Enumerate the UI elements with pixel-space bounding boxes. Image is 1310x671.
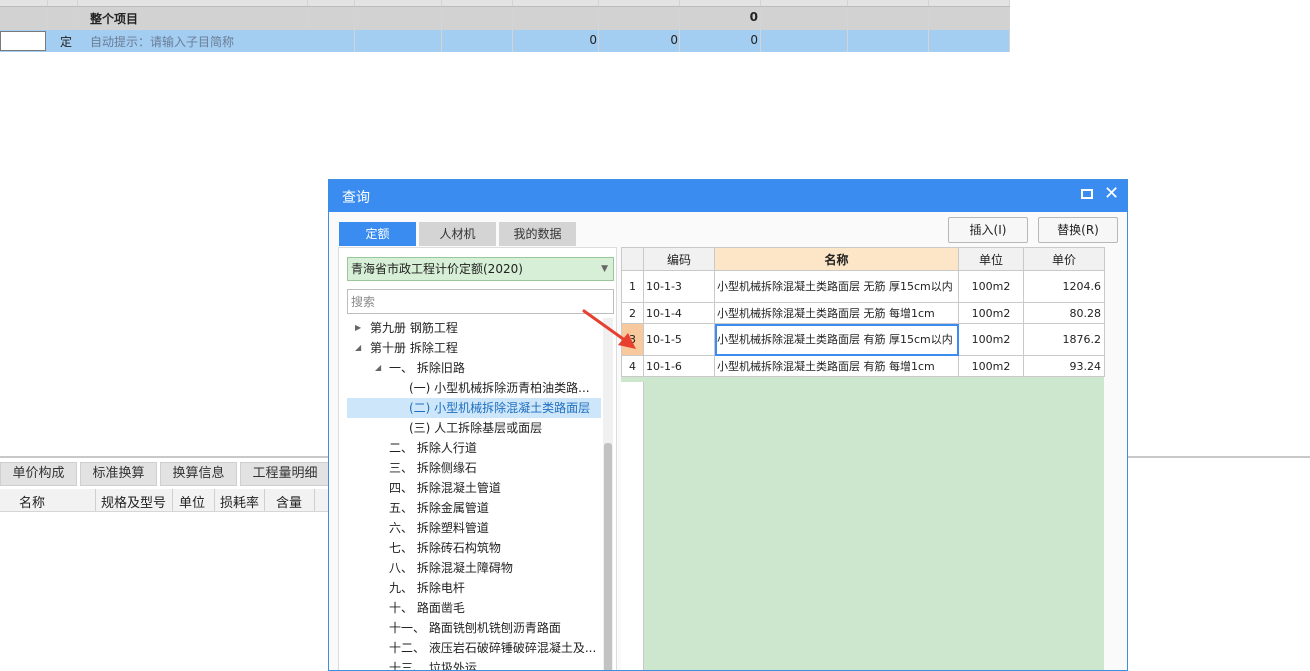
tree-node-concrete-obstacle[interactable]: 八、 拆除混凝土障碍物 [389, 558, 589, 578]
total-project-value: 0 [749, 10, 758, 24]
tree-node-pole[interactable]: 九、 拆除电杆 [389, 578, 589, 598]
row-code: 10-1-6 [643, 355, 715, 377]
row-price: 1204.6 [1023, 270, 1105, 303]
search-input[interactable] [347, 289, 614, 314]
replace-button[interactable]: 替换(R) [1038, 217, 1118, 243]
header-code[interactable]: 编码 [643, 247, 715, 271]
bottom-column-header: 名称 规格及型号 单位 损耗率 含量 [0, 489, 330, 512]
table-row[interactable]: 1 10-1-3 小型机械拆除混凝土类路面层 无筋 厚15cm以内 100m2 … [621, 270, 1105, 303]
header-name[interactable]: 名称 [714, 247, 959, 271]
row-price: 93.24 [1023, 355, 1105, 377]
row-name[interactable]: 小型机械拆除混凝土类路面层 有筋 厚15cm以内 [714, 323, 959, 356]
value-cell-3: 0 [750, 33, 758, 47]
col-unit[interactable]: 单位 [179, 492, 205, 511]
tree-node-vol9[interactable]: 第九册 钢筋工程 [370, 318, 590, 338]
quota-library-select[interactable]: 青海省市政工程计价定额(2020) ▼ [347, 257, 614, 281]
col-spec[interactable]: 规格及型号 [101, 492, 166, 511]
tree-scrollbar[interactable] [603, 318, 613, 670]
tree-node-concrete-pipe[interactable]: 四、 拆除混凝土管道 [389, 478, 589, 498]
maximize-icon[interactable] [1081, 189, 1093, 199]
annotation-arrow-icon [582, 309, 636, 349]
tree-node-plastic-pipe[interactable]: 六、 拆除塑料管道 [389, 518, 589, 538]
tree-node-waste-transport[interactable]: 十三、 垃圾外运 [389, 658, 589, 670]
quota-table: 编码 名称 单位 单价 1 10-1-3 小型机械拆除混凝土类路面层 无筋 厚1… [621, 247, 1105, 377]
tree-node-remove-old-road[interactable]: 一、 拆除旧路 [389, 358, 589, 378]
chevron-down-icon[interactable]: ▼ [601, 258, 608, 280]
row-unit: 100m2 [958, 323, 1024, 356]
item-type-cell[interactable]: 定 [60, 33, 72, 50]
row-code: 10-1-3 [643, 270, 715, 303]
collapse-arrow-icon[interactable]: ◢ [375, 358, 381, 378]
query-dialog: 查询 ✕ 定额 人材机 我的数据 插入(I) 替换(R) 青海省市政工程计价定额… [328, 179, 1128, 671]
row-name: 小型机械拆除混凝土类路面层 有筋 每增1cm [714, 355, 959, 377]
dialog-title-bar[interactable]: 查询 ✕ [329, 180, 1127, 212]
row-unit: 100m2 [958, 302, 1024, 324]
value-cell-1: 0 [589, 33, 597, 47]
insert-button[interactable]: 插入(I) [948, 217, 1028, 243]
dialog-title: 查询 [342, 190, 370, 206]
header-corner [621, 247, 644, 271]
row-number: 1 [621, 270, 644, 303]
row-name: 小型机械拆除混凝土类路面层 无筋 厚15cm以内 [714, 270, 959, 303]
quota-tree-pane: 青海省市政工程计价定额(2020) ▼ ▶ 第九册 钢筋工程 ◢ 第十册 拆除工… [338, 247, 617, 670]
collapse-arrow-icon[interactable]: ◢ [355, 338, 361, 358]
new-item-row[interactable]: 定 自动提示：请输入子目简称 0 0 0 [0, 30, 1010, 52]
table-row-selected[interactable]: 3 10-1-5 小型机械拆除混凝土类路面层 有筋 厚15cm以内 100m2 … [621, 323, 1105, 356]
tab-conversion-info[interactable]: 换算信息 [160, 462, 237, 486]
col-name[interactable]: 名称 [19, 492, 45, 511]
item-name-hint[interactable]: 自动提示：请输入子目简称 [90, 33, 234, 50]
tree-node-asphalt[interactable]: (一) 小型机械拆除沥青柏油类路... [409, 378, 591, 398]
tab-quota[interactable]: 定额 [339, 222, 416, 246]
col-content[interactable]: 含量 [276, 492, 302, 511]
row-name: 小型机械拆除混凝土类路面层 无筋 每增1cm [714, 302, 959, 324]
table-row[interactable]: 4 10-1-6 小型机械拆除混凝土类路面层 有筋 每增1cm 100m2 93… [621, 355, 1105, 377]
total-project-label: 整个项目 [90, 12, 139, 26]
row-unit: 100m2 [958, 355, 1024, 377]
row-unit: 100m2 [958, 270, 1024, 303]
header-price[interactable]: 单价 [1023, 247, 1105, 271]
expand-arrow-icon[interactable]: ▶ [355, 318, 361, 338]
tree-node-metal-pipe[interactable]: 五、 拆除金属管道 [389, 498, 589, 518]
close-icon[interactable]: ✕ [1104, 184, 1119, 204]
tree-node-manual[interactable]: (三) 人工拆除基层或面层 [409, 418, 591, 438]
tree-node-concrete-selected[interactable]: (二) 小型机械拆除混凝土类路面层 [347, 398, 601, 418]
quota-table-pane: 编码 名称 单位 单价 1 10-1-3 小型机械拆除混凝土类路面层 无筋 厚1… [621, 247, 1105, 670]
tree-node-vol10[interactable]: 第十册 拆除工程 [370, 338, 590, 358]
col-loss-rate[interactable]: 损耗率 [220, 492, 259, 511]
tree-node-masonry[interactable]: 七、 拆除砖石构筑物 [389, 538, 589, 558]
row-code: 10-1-4 [643, 302, 715, 324]
table-row[interactable]: 2 10-1-4 小型机械拆除混凝土类路面层 无筋 每增1cm 100m2 80… [621, 302, 1105, 324]
value-cell-2: 0 [670, 33, 678, 47]
tab-quantity-details[interactable]: 工程量明细 [240, 462, 330, 486]
code-input-cell[interactable] [0, 31, 46, 51]
row-code: 10-1-5 [643, 323, 715, 356]
tab-labor-material-machine[interactable]: 人材机 [419, 222, 496, 246]
tree-node-roughening[interactable]: 十、 路面凿毛 [389, 598, 589, 618]
scrollbar-thumb[interactable] [604, 443, 612, 670]
row-price: 80.28 [1023, 302, 1105, 324]
quota-library-value: 青海省市政工程计价定额(2020) [351, 262, 523, 276]
total-project-row[interactable]: 整个项目 0 [0, 6, 1010, 30]
row-number: 4 [621, 355, 644, 377]
tree-node-curb[interactable]: 三、 拆除侧缘石 [389, 458, 589, 478]
header-unit[interactable]: 单位 [958, 247, 1024, 271]
tab-my-data[interactable]: 我的数据 [499, 222, 576, 246]
tree-node-hydraulic-breaker[interactable]: 十二、 液压岩石破碎锤破碎混凝土及... [389, 638, 601, 658]
tree-node-milling[interactable]: 十一、 路面铣刨机铣刨沥青路面 [389, 618, 601, 638]
tab-unit-price-composition[interactable]: 单价构成 [0, 462, 77, 486]
tree-node-sidewalk[interactable]: 二、 拆除人行道 [389, 438, 589, 458]
row-price: 1876.2 [1023, 323, 1105, 356]
tab-standard-conversion[interactable]: 标准换算 [80, 462, 157, 486]
row-number-column-bg [621, 382, 644, 670]
